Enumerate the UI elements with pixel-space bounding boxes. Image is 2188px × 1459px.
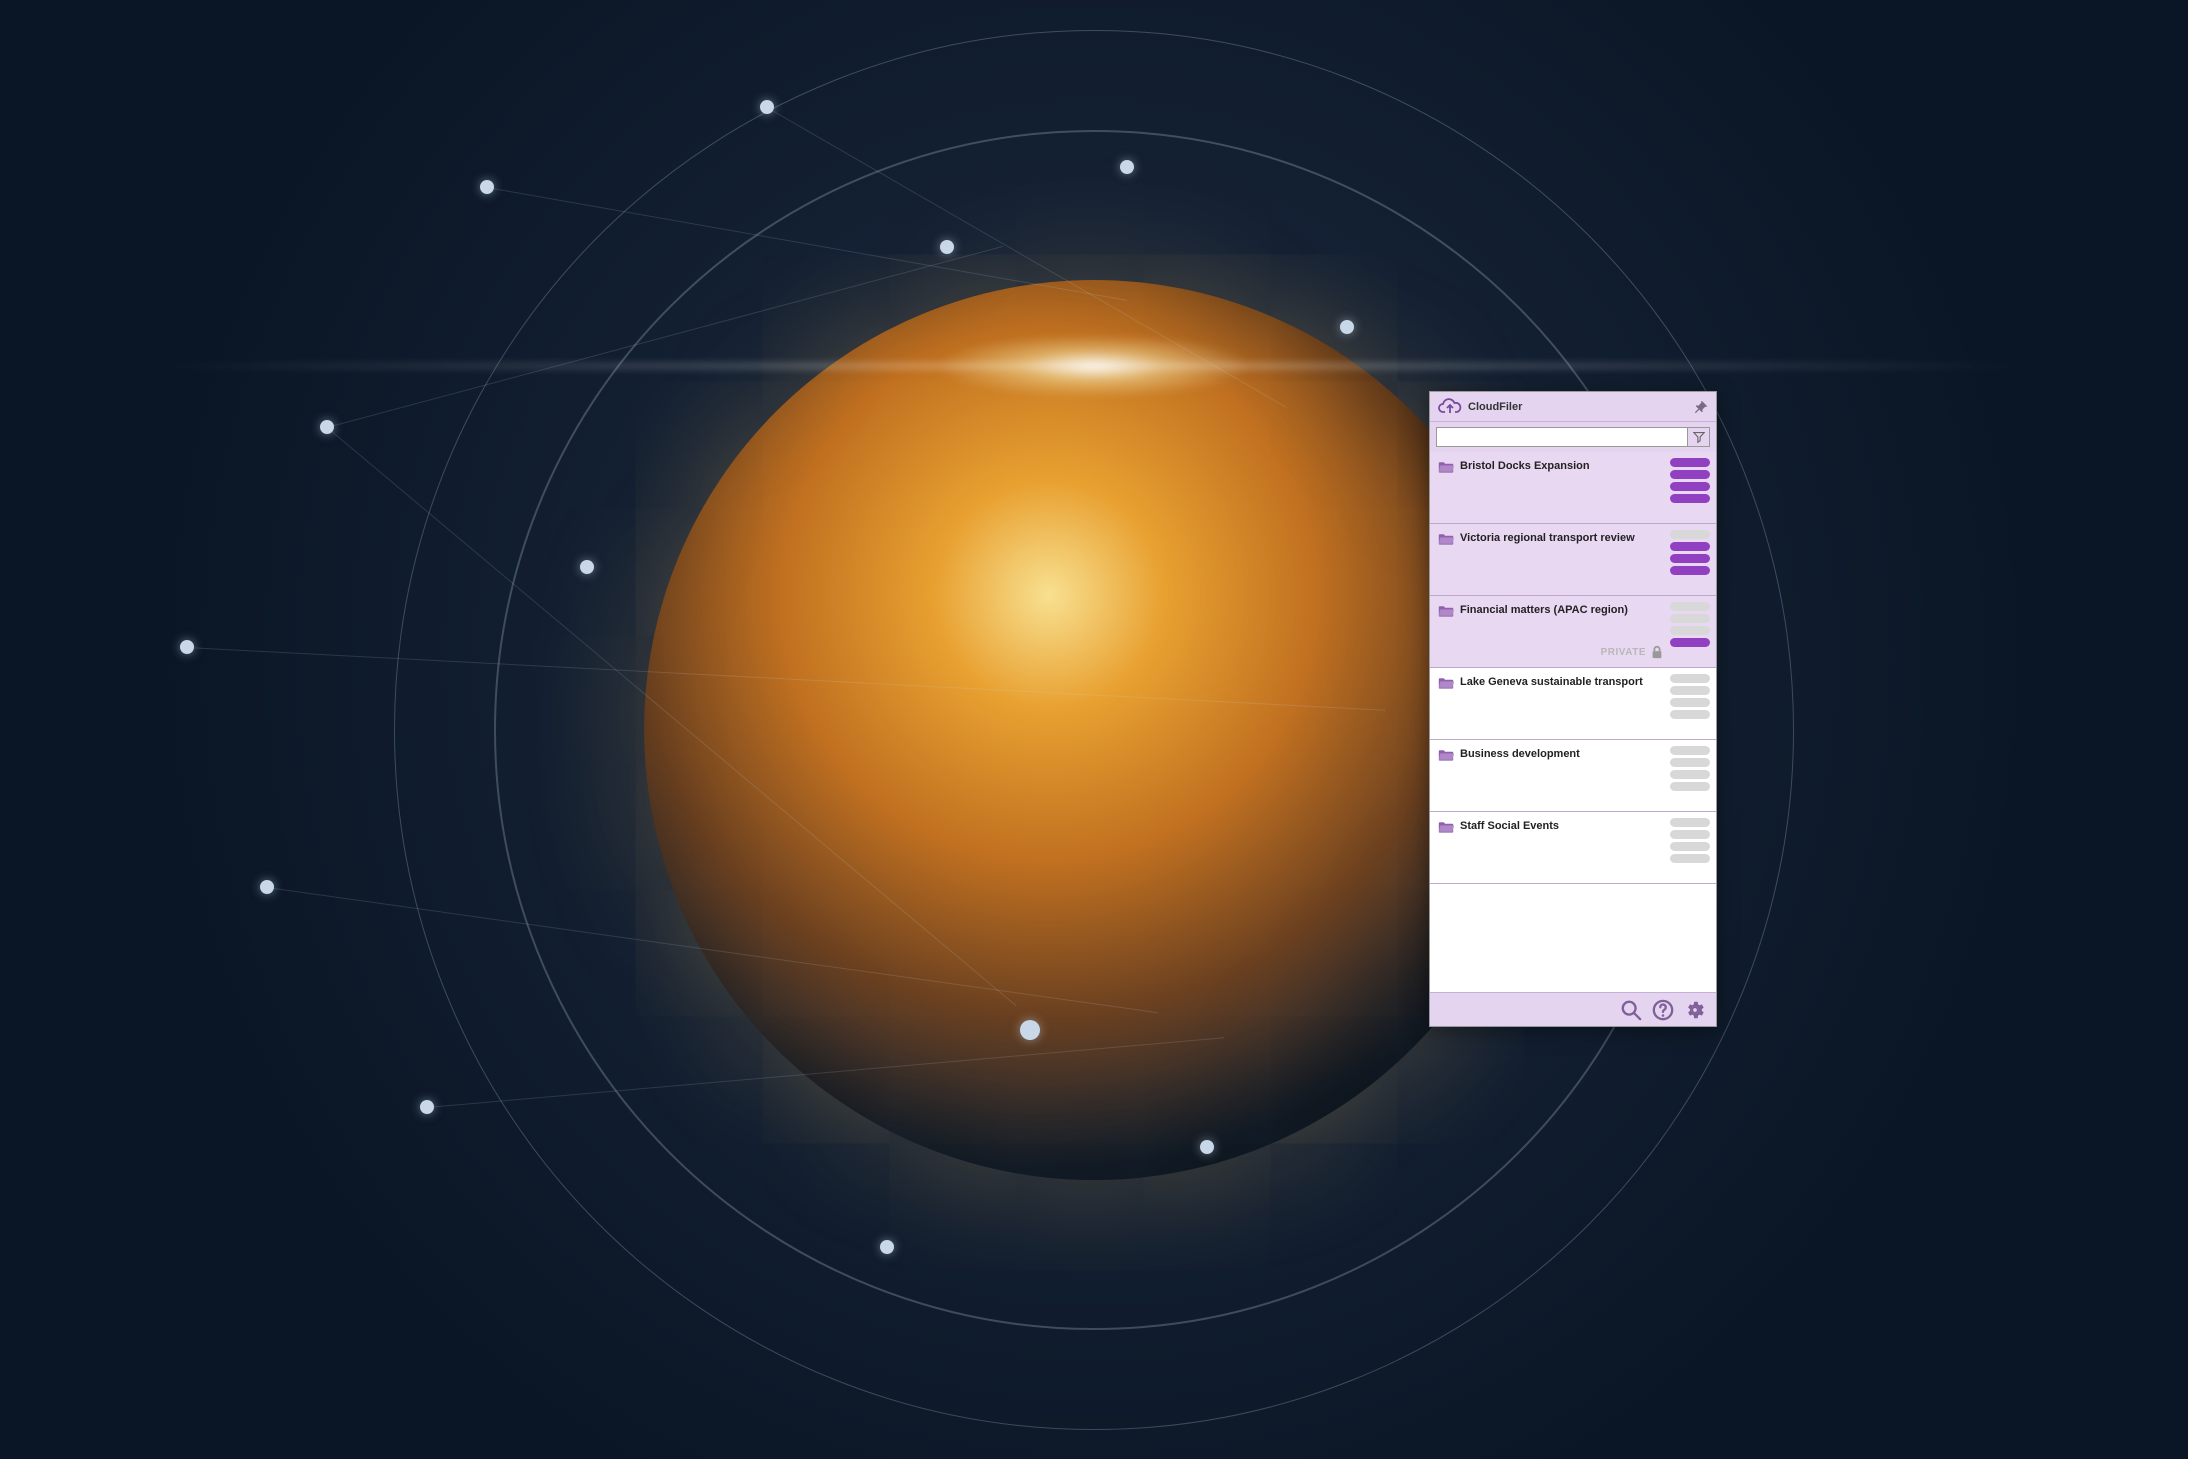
rank-bar bbox=[1670, 626, 1710, 635]
list-item[interactable]: Lake Geneva sustainable transport bbox=[1430, 668, 1716, 740]
rank-bar bbox=[1670, 530, 1710, 539]
private-tag: PRIVATE bbox=[1601, 645, 1664, 659]
search-row bbox=[1430, 422, 1716, 452]
cloudfiler-panel: CloudFiler Bristol Docks Expansion Victo… bbox=[1429, 391, 1717, 1027]
filter-icon bbox=[1693, 431, 1705, 443]
item-label: Staff Social Events bbox=[1460, 818, 1670, 832]
rank-bar bbox=[1670, 818, 1710, 827]
rank-bar bbox=[1670, 602, 1710, 611]
search-icon[interactable] bbox=[1620, 999, 1642, 1021]
rank-bar bbox=[1670, 470, 1710, 479]
rank-bars bbox=[1670, 458, 1710, 503]
panel-footer bbox=[1430, 992, 1716, 1026]
rank-bar bbox=[1670, 494, 1710, 503]
rank-bar bbox=[1670, 542, 1710, 551]
network-nodes bbox=[0, 0, 2188, 1459]
item-label: Bristol Docks Expansion bbox=[1460, 458, 1670, 472]
rank-bar bbox=[1670, 782, 1710, 791]
pin-icon[interactable] bbox=[1694, 400, 1708, 414]
list-item[interactable]: Bristol Docks Expansion bbox=[1430, 452, 1716, 524]
folder-icon bbox=[1438, 460, 1454, 474]
item-label: Lake Geneva sustainable transport bbox=[1460, 674, 1670, 688]
gear-icon[interactable] bbox=[1684, 999, 1706, 1021]
folder-icon bbox=[1438, 748, 1454, 762]
rank-bar bbox=[1670, 614, 1710, 623]
rank-bars bbox=[1670, 818, 1710, 863]
item-label: Business development bbox=[1460, 746, 1670, 760]
item-label: Financial matters (APAC region) bbox=[1460, 602, 1670, 616]
item-label: Victoria regional transport review bbox=[1460, 530, 1670, 544]
search-input[interactable] bbox=[1436, 427, 1688, 447]
rank-bar bbox=[1670, 686, 1710, 695]
folder-icon bbox=[1438, 820, 1454, 834]
rank-bar bbox=[1670, 758, 1710, 767]
rank-bar bbox=[1670, 566, 1710, 575]
rank-bars bbox=[1670, 674, 1710, 719]
rank-bar bbox=[1670, 554, 1710, 563]
folder-icon bbox=[1438, 532, 1454, 546]
list-item[interactable]: Staff Social Events bbox=[1430, 812, 1716, 884]
rank-bar bbox=[1670, 830, 1710, 839]
panel-header: CloudFiler bbox=[1430, 392, 1716, 422]
rank-bars bbox=[1670, 602, 1710, 647]
list-item[interactable]: Financial matters (APAC region) PRIVATE bbox=[1430, 596, 1716, 668]
rank-bar bbox=[1670, 746, 1710, 755]
cloud-upload-icon bbox=[1438, 398, 1462, 416]
rank-bar bbox=[1670, 482, 1710, 491]
rank-bar bbox=[1670, 674, 1710, 683]
panel-title: CloudFiler bbox=[1468, 401, 1688, 413]
lock-icon bbox=[1650, 645, 1664, 659]
private-label: PRIVATE bbox=[1601, 647, 1646, 658]
rank-bar bbox=[1670, 458, 1710, 467]
rank-bars bbox=[1670, 746, 1710, 791]
rank-bar bbox=[1670, 698, 1710, 707]
folder-icon bbox=[1438, 676, 1454, 690]
rank-bar bbox=[1670, 842, 1710, 851]
list-item[interactable]: Business development bbox=[1430, 740, 1716, 812]
filter-button[interactable] bbox=[1688, 427, 1710, 447]
rank-bar bbox=[1670, 710, 1710, 719]
rank-bar bbox=[1670, 854, 1710, 863]
help-icon[interactable] bbox=[1652, 999, 1674, 1021]
folder-list[interactable]: Bristol Docks Expansion Victoria regiona… bbox=[1430, 452, 1716, 992]
rank-bar bbox=[1670, 638, 1710, 647]
rank-bar bbox=[1670, 770, 1710, 779]
folder-icon bbox=[1438, 604, 1454, 618]
list-item[interactable]: Victoria regional transport review bbox=[1430, 524, 1716, 596]
rank-bars bbox=[1670, 530, 1710, 575]
